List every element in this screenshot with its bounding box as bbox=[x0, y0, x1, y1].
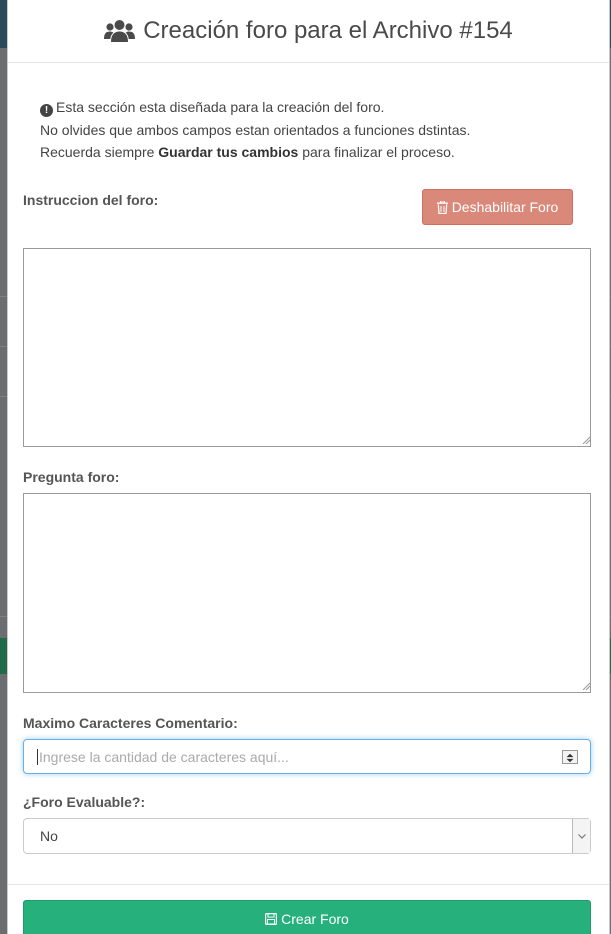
max-chars-input[interactable]: Ingrese la cantidad de caracteres aquí..… bbox=[23, 739, 591, 774]
disable-forum-button[interactable]: Deshabilitar Foro bbox=[422, 189, 573, 225]
info-line-3: Recuerda siempre Guardar tus cambios par… bbox=[40, 141, 470, 164]
pregunta-textarea[interactable] bbox=[23, 493, 591, 693]
pregunta-label: Pregunta foro: bbox=[23, 469, 120, 485]
create-forum-button[interactable]: Crear Foro bbox=[23, 900, 591, 934]
disable-forum-button-label: Deshabilitar Foro bbox=[451, 199, 559, 215]
number-spinner[interactable] bbox=[562, 750, 578, 764]
modal-footer-divider bbox=[8, 884, 609, 885]
max-chars-label: Maximo Caracteres Comentario: bbox=[23, 715, 238, 731]
instruccion-label: Instruccion del foro: bbox=[23, 192, 159, 208]
create-forum-button-label: Crear Foro bbox=[281, 911, 349, 927]
evaluable-select[interactable]: No bbox=[23, 818, 591, 854]
max-chars-placeholder: Ingrese la cantidad de caracteres aquí..… bbox=[39, 748, 289, 765]
info-line-3-suffix: para finalizar el proceso. bbox=[298, 144, 455, 160]
evaluable-selected-value: No bbox=[40, 828, 58, 844]
modal-title-text: Creación foro para el Archivo #154 bbox=[143, 17, 513, 44]
resize-grip-icon[interactable] bbox=[582, 436, 590, 444]
evaluable-label: ¿Foro Evaluable?: bbox=[23, 794, 146, 810]
users-icon bbox=[104, 19, 136, 43]
info-line-1: ! Esta sección esta diseñada para la crea… bbox=[40, 96, 470, 119]
info-line-1-text: Esta sección esta diseñada para la creac… bbox=[56, 99, 385, 115]
exclamation-circle-icon: ! bbox=[40, 104, 53, 117]
info-line-3-bold: Guardar tus cambios bbox=[158, 144, 299, 160]
modal-title: Creación foro para el Archivo #154 bbox=[104, 17, 513, 45]
info-box: ! Esta sección esta diseñada para la crea… bbox=[40, 96, 470, 164]
text-caret bbox=[37, 748, 38, 765]
modal-header: Creación foro para el Archivo #154 bbox=[8, 0, 609, 63]
resize-grip-icon[interactable] bbox=[582, 682, 590, 690]
info-line-2: No olvides que ambos campos estan orient… bbox=[40, 121, 471, 138]
instruccion-textarea[interactable] bbox=[23, 248, 591, 447]
create-forum-modal: Creación foro para el Archivo #154 ! Esta… bbox=[7, 0, 610, 934]
trash-icon bbox=[436, 200, 448, 214]
save-icon bbox=[265, 912, 278, 926]
chevron-down-icon[interactable] bbox=[572, 819, 590, 853]
info-line-3-prefix: Recuerda siempre bbox=[40, 144, 159, 160]
